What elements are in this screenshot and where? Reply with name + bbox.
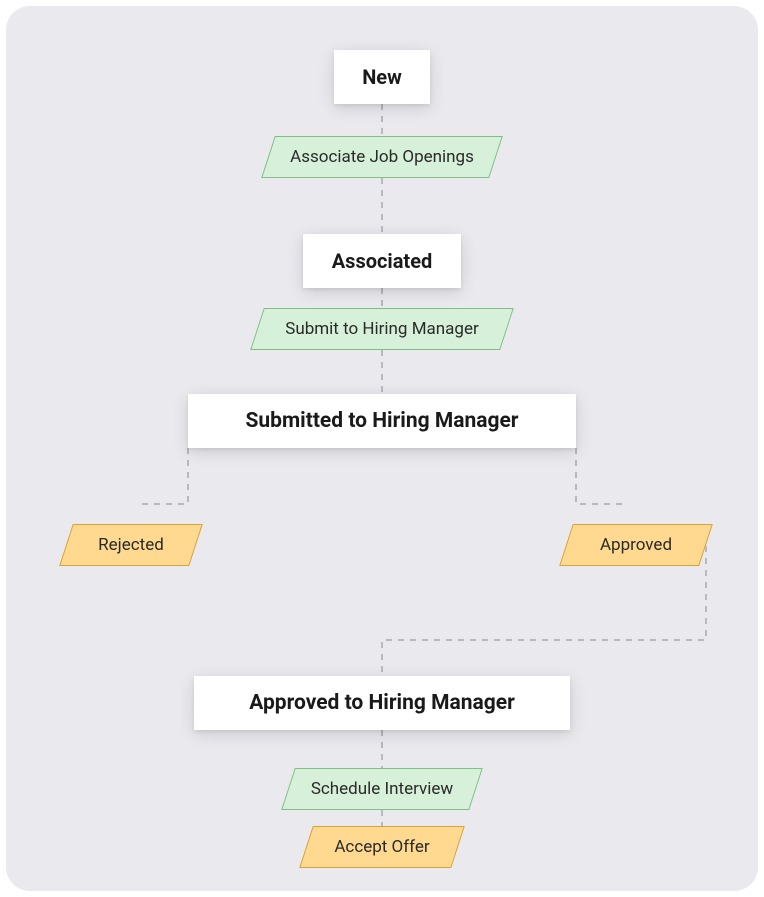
action-associate-job-openings: Associate Job Openings: [268, 136, 496, 178]
state-submitted-hiring-manager: Submitted to Hiring Manager: [188, 394, 576, 448]
state-approved-hiring-manager: Approved to Hiring Manager: [194, 676, 570, 730]
state-label: Associated: [332, 249, 433, 273]
action-label: Submit to Hiring Manager: [285, 319, 479, 339]
action-schedule-interview: Schedule Interview: [288, 768, 476, 810]
state-new: New: [334, 50, 430, 104]
action-label: Associate Job Openings: [290, 147, 474, 167]
action-label: Accept Offer: [334, 837, 429, 857]
action-submit-hiring-manager: Submit to Hiring Manager: [257, 308, 507, 350]
action-accept-offer: Accept Offer: [306, 826, 458, 868]
state-label: Approved to Hiring Manager: [249, 691, 515, 715]
action-rejected: Rejected: [66, 524, 196, 566]
state-label: Submitted to Hiring Manager: [245, 409, 518, 433]
state-associated: Associated: [303, 234, 461, 288]
state-label: New: [362, 65, 402, 89]
flowchart-canvas: New Associate Job Openings Associated Su…: [6, 6, 758, 891]
action-label: Schedule Interview: [311, 779, 453, 799]
action-label: Approved: [600, 535, 672, 555]
action-label: Rejected: [98, 535, 164, 555]
action-approved: Approved: [566, 524, 706, 566]
